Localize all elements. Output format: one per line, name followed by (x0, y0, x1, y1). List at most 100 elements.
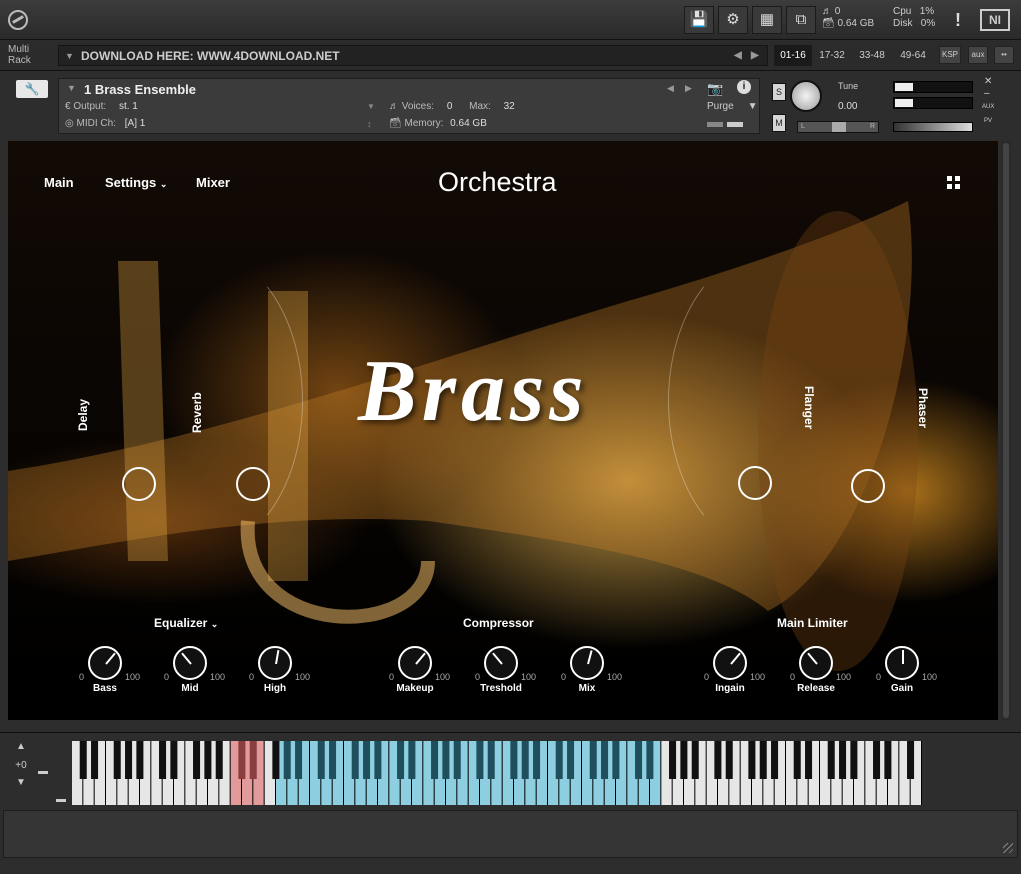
black-key[interactable] (363, 741, 371, 779)
black-key[interactable] (476, 741, 484, 779)
next-instrument-icon[interactable]: ▶ (685, 83, 692, 94)
save-icon[interactable]: 💾 (684, 6, 714, 34)
black-key[interactable] (555, 741, 563, 779)
rack-options-icon[interactable]: •• (994, 46, 1014, 64)
black-key[interactable] (691, 741, 699, 779)
black-key[interactable] (884, 741, 892, 779)
kontakt-logo-icon[interactable] (8, 10, 28, 30)
black-key[interactable] (714, 741, 722, 779)
black-key[interactable] (748, 741, 756, 779)
keyboard-collapse-icon[interactable] (56, 799, 66, 802)
black-key[interactable] (725, 741, 733, 779)
black-key[interactable] (839, 741, 847, 779)
black-key[interactable] (295, 741, 303, 779)
octave-control[interactable]: ▲ +0 ▼ (6, 737, 36, 807)
resize-grip-icon[interactable] (1003, 843, 1013, 853)
ingain-knob[interactable] (713, 646, 747, 680)
black-key[interactable] (238, 741, 246, 779)
black-key[interactable] (850, 741, 858, 779)
black-key[interactable] (521, 741, 529, 779)
max-voices-value[interactable]: 32 (504, 101, 515, 112)
window-resize-icon[interactable]: ⧉ (786, 6, 816, 34)
black-key[interactable] (442, 741, 450, 779)
black-key[interactable] (136, 741, 144, 779)
dropdown-icon[interactable]: ▼ (65, 46, 74, 66)
black-key[interactable] (771, 741, 779, 779)
gear-icon[interactable]: ⚙ (718, 6, 748, 34)
midi-stepper-icon[interactable]: ↕ (367, 119, 372, 129)
bass-knob[interactable] (88, 646, 122, 680)
black-key[interactable] (635, 741, 643, 779)
black-key[interactable] (215, 741, 223, 779)
phaser-amount-control[interactable] (851, 469, 885, 503)
black-key[interactable] (680, 741, 688, 779)
pan-slider[interactable]: L R (797, 121, 879, 133)
black-key[interactable] (805, 741, 813, 779)
black-key[interactable] (283, 741, 291, 779)
black-key[interactable] (272, 741, 280, 779)
info-icon[interactable]: i (737, 80, 751, 94)
black-key[interactable] (487, 741, 495, 779)
prev-instrument-icon[interactable]: ◀ (667, 83, 674, 94)
black-key[interactable] (397, 741, 405, 779)
black-key[interactable] (79, 741, 87, 779)
release-knob[interactable] (799, 646, 833, 680)
black-key[interactable] (91, 741, 99, 779)
view-layout-icon[interactable]: ▦ (752, 6, 782, 34)
black-key[interactable] (431, 741, 439, 779)
flanger-amount-control[interactable] (738, 466, 772, 500)
page-49-64[interactable]: 49-64 (895, 45, 931, 66)
black-key[interactable] (759, 741, 767, 779)
black-key[interactable] (317, 741, 325, 779)
mute-button[interactable]: M (772, 114, 786, 132)
close-instrument-icon[interactable]: ✕ (984, 76, 992, 87)
keyboard-minus-icon[interactable] (38, 771, 48, 774)
volume-slider[interactable] (893, 122, 973, 132)
black-key[interactable] (589, 741, 597, 779)
piano-keyboard[interactable] (72, 741, 922, 805)
next-arrow-icon[interactable]: ▶ (751, 46, 759, 66)
black-key[interactable] (907, 741, 915, 779)
ksp-button[interactable]: KSP (939, 46, 961, 64)
treshold-knob[interactable] (484, 646, 518, 680)
aux-label[interactable]: AUX (982, 104, 994, 110)
black-key[interactable] (567, 741, 575, 779)
prev-arrow-icon[interactable]: ◀ (734, 46, 742, 66)
output-dropdown-icon[interactable]: ▼ (367, 102, 375, 111)
black-key[interactable] (601, 741, 609, 779)
black-key[interactable] (408, 741, 416, 779)
delay-amount-control[interactable] (122, 467, 156, 501)
pv-label[interactable]: PV (984, 118, 992, 124)
black-key[interactable] (113, 741, 121, 779)
black-key[interactable] (453, 741, 461, 779)
wrench-icon[interactable]: 🔧 (16, 80, 48, 98)
black-key[interactable] (827, 741, 835, 779)
octave-down-icon[interactable]: ▼ (6, 777, 36, 788)
camera-icon[interactable]: 📷 (707, 81, 723, 97)
minimize-instrument-icon[interactable]: – (984, 88, 990, 99)
makeup-knob[interactable] (398, 646, 432, 680)
ni-logo[interactable]: NI (980, 9, 1010, 31)
black-key[interactable] (204, 741, 212, 779)
mid-knob[interactable] (173, 646, 207, 680)
black-key[interactable] (193, 741, 201, 779)
instrument-name[interactable]: 1 Brass Ensemble (84, 82, 196, 97)
page-01-16[interactable]: 01-16 (774, 45, 812, 66)
black-key[interactable] (793, 741, 801, 779)
black-key[interactable] (669, 741, 677, 779)
midi-row[interactable]: ◎ MIDI Ch: [A] 1 (65, 118, 145, 129)
collapse-icon[interactable]: ▼ (67, 83, 76, 93)
page-33-48[interactable]: 33-48 (854, 45, 890, 66)
pan-handle[interactable] (832, 122, 846, 132)
high-knob[interactable] (258, 646, 292, 680)
page-17-32[interactable]: 17-32 (814, 45, 850, 66)
black-key[interactable] (351, 741, 359, 779)
panel-scrollbar[interactable] (1001, 141, 1011, 720)
black-key[interactable] (249, 741, 257, 779)
solo-button[interactable]: S (772, 83, 786, 101)
black-key[interactable] (510, 741, 518, 779)
mix-knob[interactable] (570, 646, 604, 680)
aux-button[interactable]: aux (968, 46, 988, 64)
reverb-amount-control[interactable] (236, 467, 270, 501)
equalizer-menu[interactable]: Equalizer ⌄ (154, 616, 218, 630)
